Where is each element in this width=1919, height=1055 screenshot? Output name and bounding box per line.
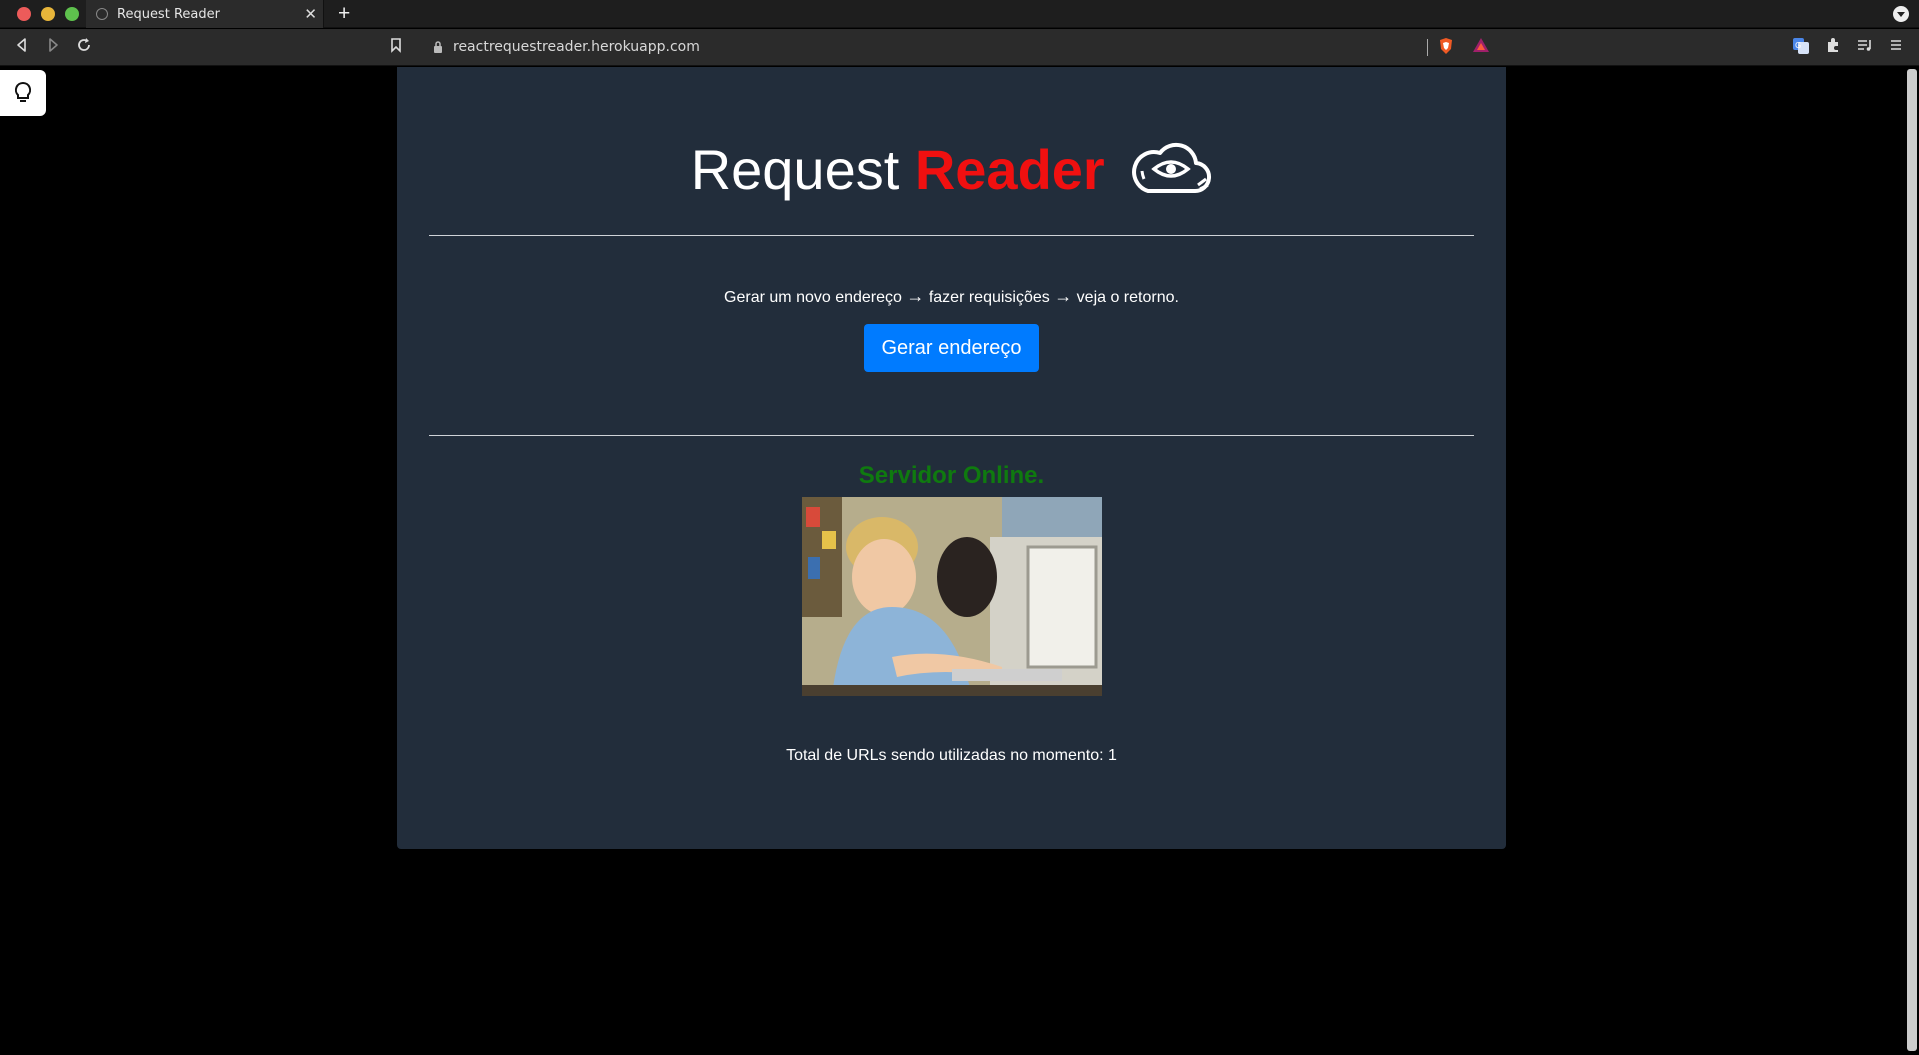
menu-icon[interactable] [1889, 37, 1903, 57]
new-tab-button[interactable]: + [338, 2, 350, 26]
lock-icon [432, 38, 444, 58]
extensions-icon[interactable] [1825, 37, 1841, 57]
back-icon[interactable] [14, 37, 30, 57]
maximize-window-button[interactable] [65, 7, 79, 21]
instruction-step-request: fazer requisições [924, 289, 1055, 306]
forward-icon[interactable] [45, 37, 61, 57]
url-divider [1427, 39, 1428, 56]
main-card: Request Reader Gerar um novo endereço → … [397, 67, 1506, 849]
brave-shield-icon[interactable] [1438, 37, 1454, 59]
url-text: reactrequestreader.herokuapp.com [453, 39, 700, 55]
minimize-window-button[interactable] [41, 7, 55, 21]
reload-icon[interactable] [76, 37, 92, 57]
browser-toolbar: reactrequestreader.herokuapp.com G [0, 29, 1919, 66]
page-title: Request Reader [397, 135, 1506, 212]
title-reader: Reader [914, 138, 1105, 201]
divider [429, 235, 1474, 236]
status-gif-image [802, 497, 1102, 696]
address-bar[interactable]: reactrequestreader.herokuapp.com [380, 33, 1500, 62]
media-playlist-icon[interactable] [1857, 37, 1873, 57]
tips-button[interactable] [0, 70, 46, 116]
divider [429, 435, 1474, 436]
close-window-button[interactable] [17, 7, 31, 21]
tab-bar: Request Reader ✕ + [0, 0, 1919, 28]
translate-icon[interactable]: G [1792, 37, 1810, 59]
page-scrollbar[interactable] [1907, 69, 1917, 1051]
instruction-step-generate: Gerar um novo endereço [724, 289, 907, 306]
tab-list-menu-icon[interactable] [1893, 6, 1909, 22]
arrow-right-icon: → [1054, 286, 1073, 306]
instructions: Gerar um novo endereço → fazer requisiçõ… [397, 286, 1506, 307]
svg-text:G: G [1795, 41, 1801, 50]
brave-rewards-icon[interactable] [1472, 37, 1490, 57]
page-viewport: Request Reader Gerar um novo endereço → … [0, 67, 1919, 1055]
title-request: Request [690, 138, 915, 201]
total-urls-text: Total de URLs sendo utilizadas no moment… [786, 747, 1117, 764]
server-status: Servidor Online. [858, 462, 1045, 489]
arrow-right-icon: → [906, 286, 925, 306]
tab-request-reader[interactable]: Request Reader ✕ [86, 0, 324, 28]
cloud-eye-icon [1130, 135, 1212, 212]
globe-icon [96, 8, 108, 20]
generate-address-button[interactable]: Gerar endereço [864, 324, 1039, 372]
tab-title: Request Reader [117, 7, 220, 22]
tab-close-button[interactable]: ✕ [304, 5, 317, 23]
instruction-step-result: veja o retorno. [1072, 289, 1179, 306]
